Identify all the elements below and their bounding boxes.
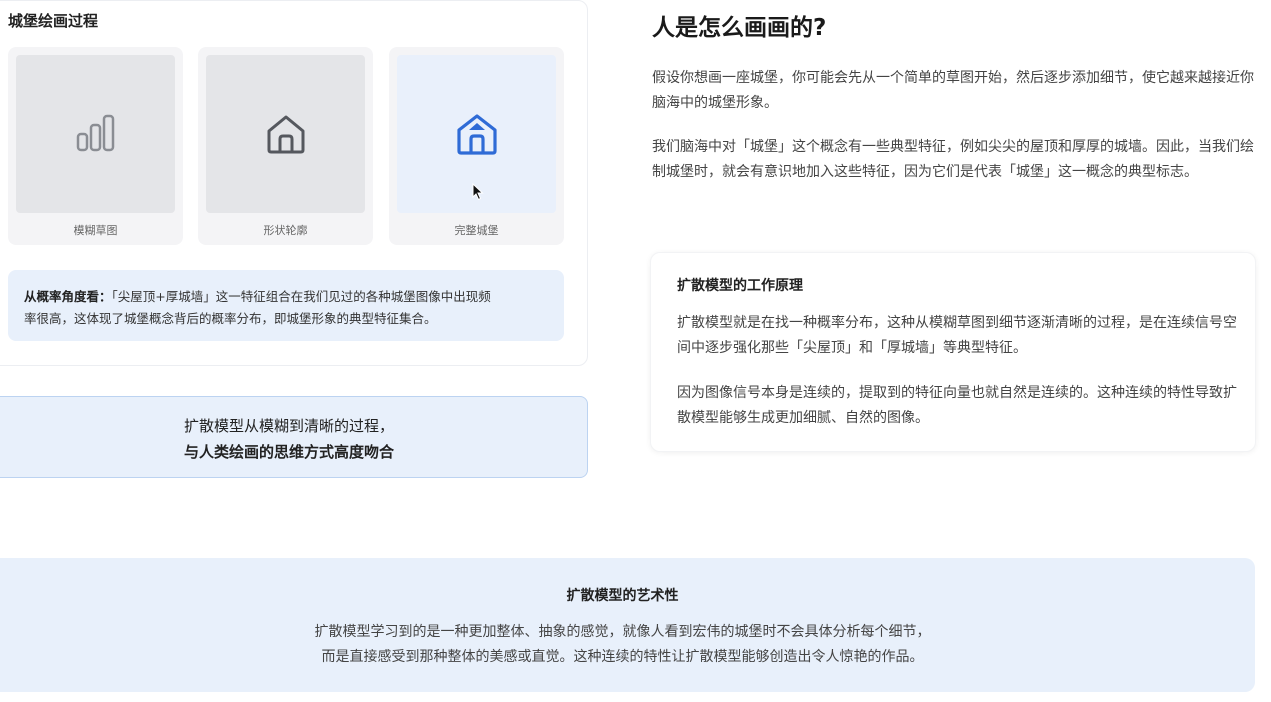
note-line2: 率很高，这体现了城堡概念背后的概率分布，即城堡形象的典型特征集合。 <box>24 311 437 326</box>
diffusion-principle-card: 扩散模型的工作原理 扩散模型就是在找一种概率分布，这种从模糊草图到细节逐渐清晰的… <box>650 252 1256 452</box>
step-label: 形状轮廓 <box>263 224 308 237</box>
summary-line1: 扩散模型从模糊到清晰的过程， <box>183 417 394 435</box>
summary-callout: 扩散模型从模糊到清晰的过程， 与人类绘画的思维方式高度吻合 <box>0 396 588 478</box>
bar-chart-icon <box>76 114 114 152</box>
note-prefix: 从概率角度看： <box>24 289 112 304</box>
mouse-cursor-icon <box>472 183 484 201</box>
card-title: 扩散模型的工作原理 <box>677 278 803 294</box>
card-paragraph-1: 扩散模型就是在找一种概率分布，这种从模糊草图到细节逐渐清晰的过程，是在连续信号空… <box>677 315 1237 356</box>
house-outline-icon <box>267 115 304 154</box>
step-label: 完整城堡 <box>454 224 499 237</box>
artistry-title: 扩散模型的艺术性 <box>566 588 679 604</box>
castle-icon <box>456 114 497 155</box>
step-complete-castle[interactable]: 完整城堡 <box>389 47 564 245</box>
probability-note: 从概率角度看：「尖屋顶+厚城墙」这一特征组合在我们见过的各种城堡图像中出现频 率… <box>8 270 564 341</box>
artistry-panel: 扩散模型的艺术性 扩散模型学习到的是一种更加整体、抽象的感觉，就像人看到宏伟的城… <box>0 558 1255 692</box>
step-preview <box>206 55 365 213</box>
step-blurry-sketch[interactable]: 模糊草图 <box>8 47 183 245</box>
note-line1: 「尖屋顶+厚城墙」这一特征组合在我们见过的各种城堡图像中出现频 <box>111 289 491 304</box>
step-preview <box>16 55 175 213</box>
concept-paragraph: 我们脑海中对「城堡」这个概念有一些典型特征，例如尖尖的屋顶和厚厚的城墙。因此，当… <box>652 139 1254 180</box>
card-paragraph-2: 因为图像信号本身是连续的，提取到的特征向量也就自然是连续的。这种连续的特性导致扩… <box>677 385 1237 426</box>
page-heading: 人是怎么画画的? <box>652 15 827 41</box>
artistry-line1: 扩散模型学习到的是一种更加整体、抽象的感觉，就像人看到宏伟的城堡时不会具体分析每… <box>314 624 931 640</box>
artistry-line2: 而是直接感受到那种整体的美感或直觉。这种连续的特性让扩散模型能够创造出令人惊艳的… <box>321 649 924 665</box>
process-title: 城堡绘画过程 <box>8 12 99 30</box>
step-label: 模糊草图 <box>73 224 118 237</box>
intro-paragraph: 假设你想画一座城堡，你可能会先从一个简单的草图开始，然后逐步添加细节，使它越来越… <box>652 70 1254 111</box>
artistry-text: 扩散模型学习到的是一种更加整体、抽象的感觉，就像人看到宏伟的城堡时不会具体分析每… <box>0 620 1255 670</box>
step-shape-outline[interactable]: 形状轮廓 <box>198 47 373 245</box>
summary-line2: 与人类绘画的思维方式高度吻合 <box>183 443 394 461</box>
